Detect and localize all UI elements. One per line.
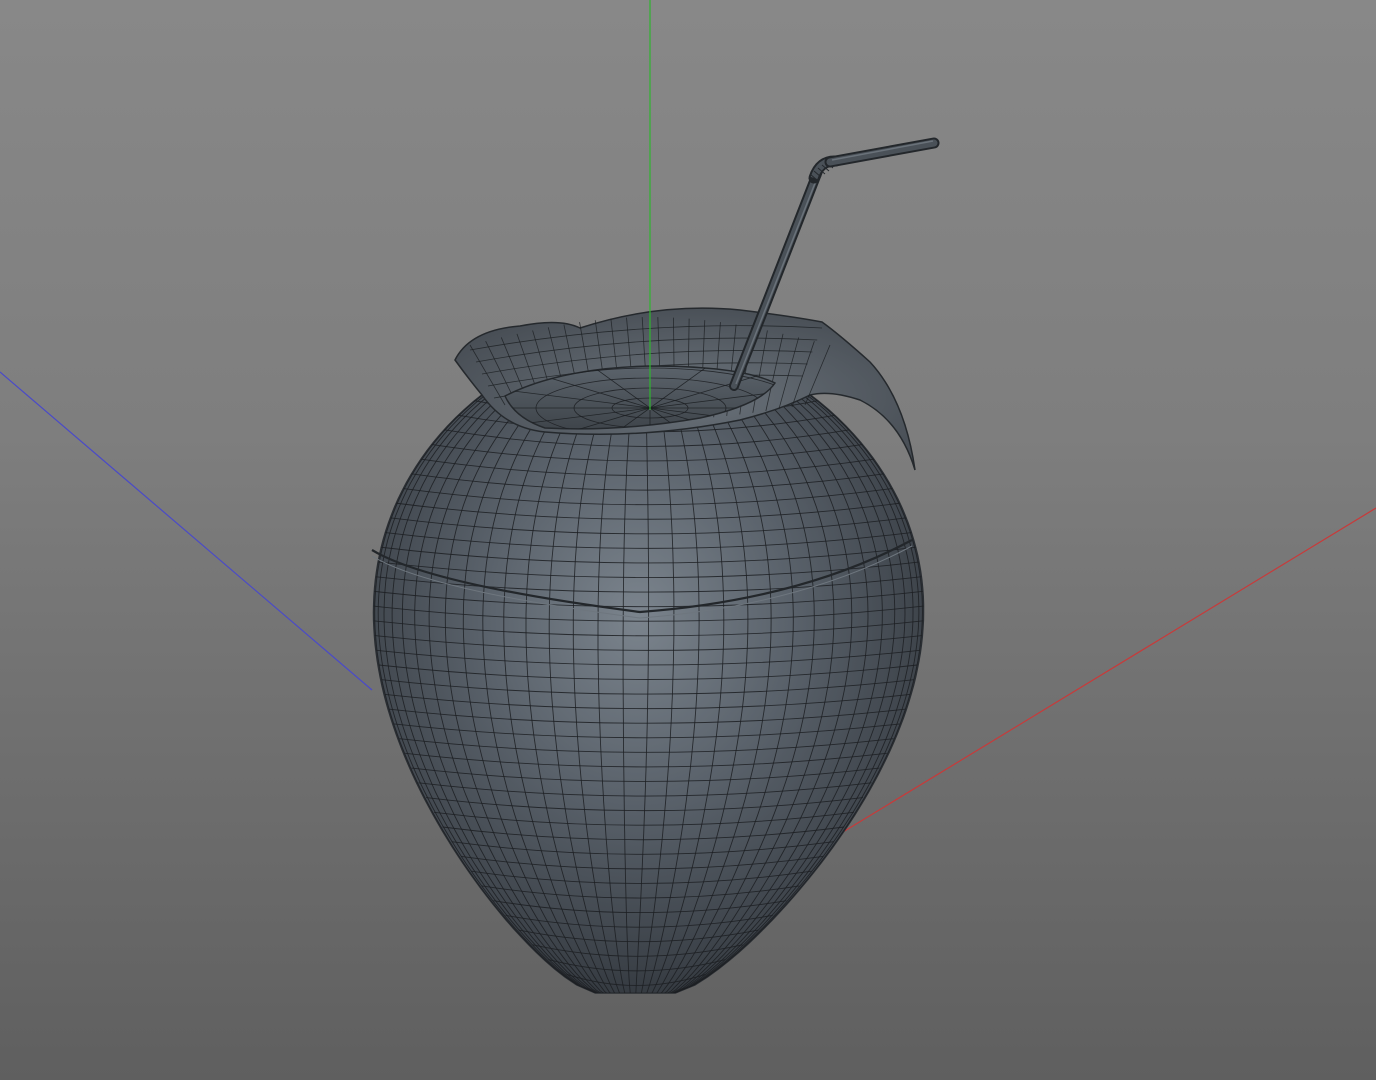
3d-viewport[interactable]	[0, 0, 1376, 1080]
coconut-mesh[interactable]	[371, 307, 925, 1002]
z-axis-line	[0, 371, 373, 691]
viewport-scene[interactable]	[0, 0, 1376, 1080]
